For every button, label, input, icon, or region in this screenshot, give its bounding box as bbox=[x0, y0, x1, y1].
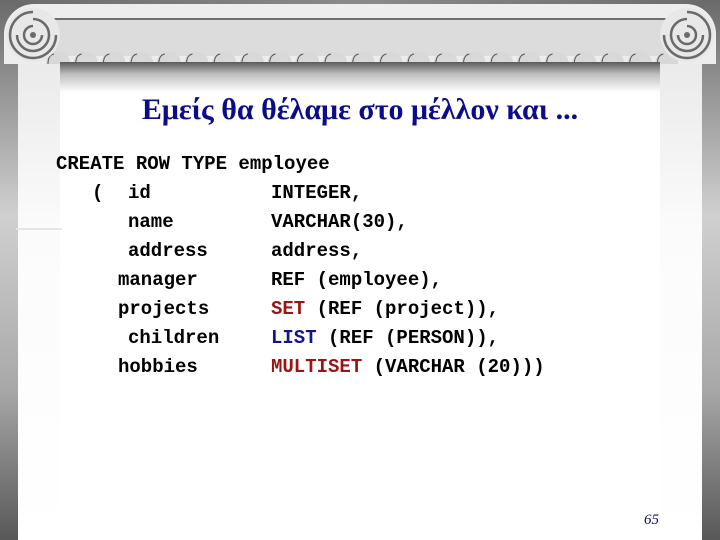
field-name: manager bbox=[118, 269, 198, 291]
field-name: hobbies bbox=[118, 356, 198, 378]
type-part: INTEGER, bbox=[271, 182, 363, 204]
field-name: id bbox=[128, 182, 151, 204]
field-name: name bbox=[128, 211, 174, 233]
type-part: VARCHAR(30), bbox=[271, 211, 408, 233]
field-type: MULTISET (VARCHAR (20))) bbox=[271, 356, 545, 378]
sql-code-block: CREATE ROW TYPE employee ( id INTEGER, n… bbox=[0, 0, 720, 540]
page-number: 65 bbox=[644, 512, 659, 528]
type-part: address, bbox=[271, 240, 363, 262]
field-name: address bbox=[128, 240, 208, 262]
code-open-paren: ( bbox=[92, 182, 104, 204]
keyword-set: SET bbox=[271, 298, 306, 320]
keyword-multiset: MULTISET bbox=[271, 356, 363, 378]
field-type: SET (REF (project)), bbox=[271, 298, 499, 320]
field-type: address, bbox=[271, 240, 362, 262]
type-part: REF (employee), bbox=[271, 269, 443, 291]
type-part: (REF (PERSON)), bbox=[316, 327, 500, 349]
field-type: INTEGER, bbox=[271, 182, 362, 204]
type-part: (VARCHAR (20))) bbox=[362, 356, 545, 378]
field-type: REF (employee), bbox=[271, 269, 442, 291]
field-type: VARCHAR(30), bbox=[271, 211, 408, 233]
keyword-list: LIST bbox=[271, 327, 317, 349]
field-name: children bbox=[128, 327, 220, 349]
field-type: LIST (REF (PERSON)), bbox=[271, 327, 499, 349]
type-part: (REF (project)), bbox=[305, 298, 500, 320]
field-name: projects bbox=[118, 298, 210, 320]
code-header: CREATE ROW TYPE employee bbox=[56, 153, 330, 175]
